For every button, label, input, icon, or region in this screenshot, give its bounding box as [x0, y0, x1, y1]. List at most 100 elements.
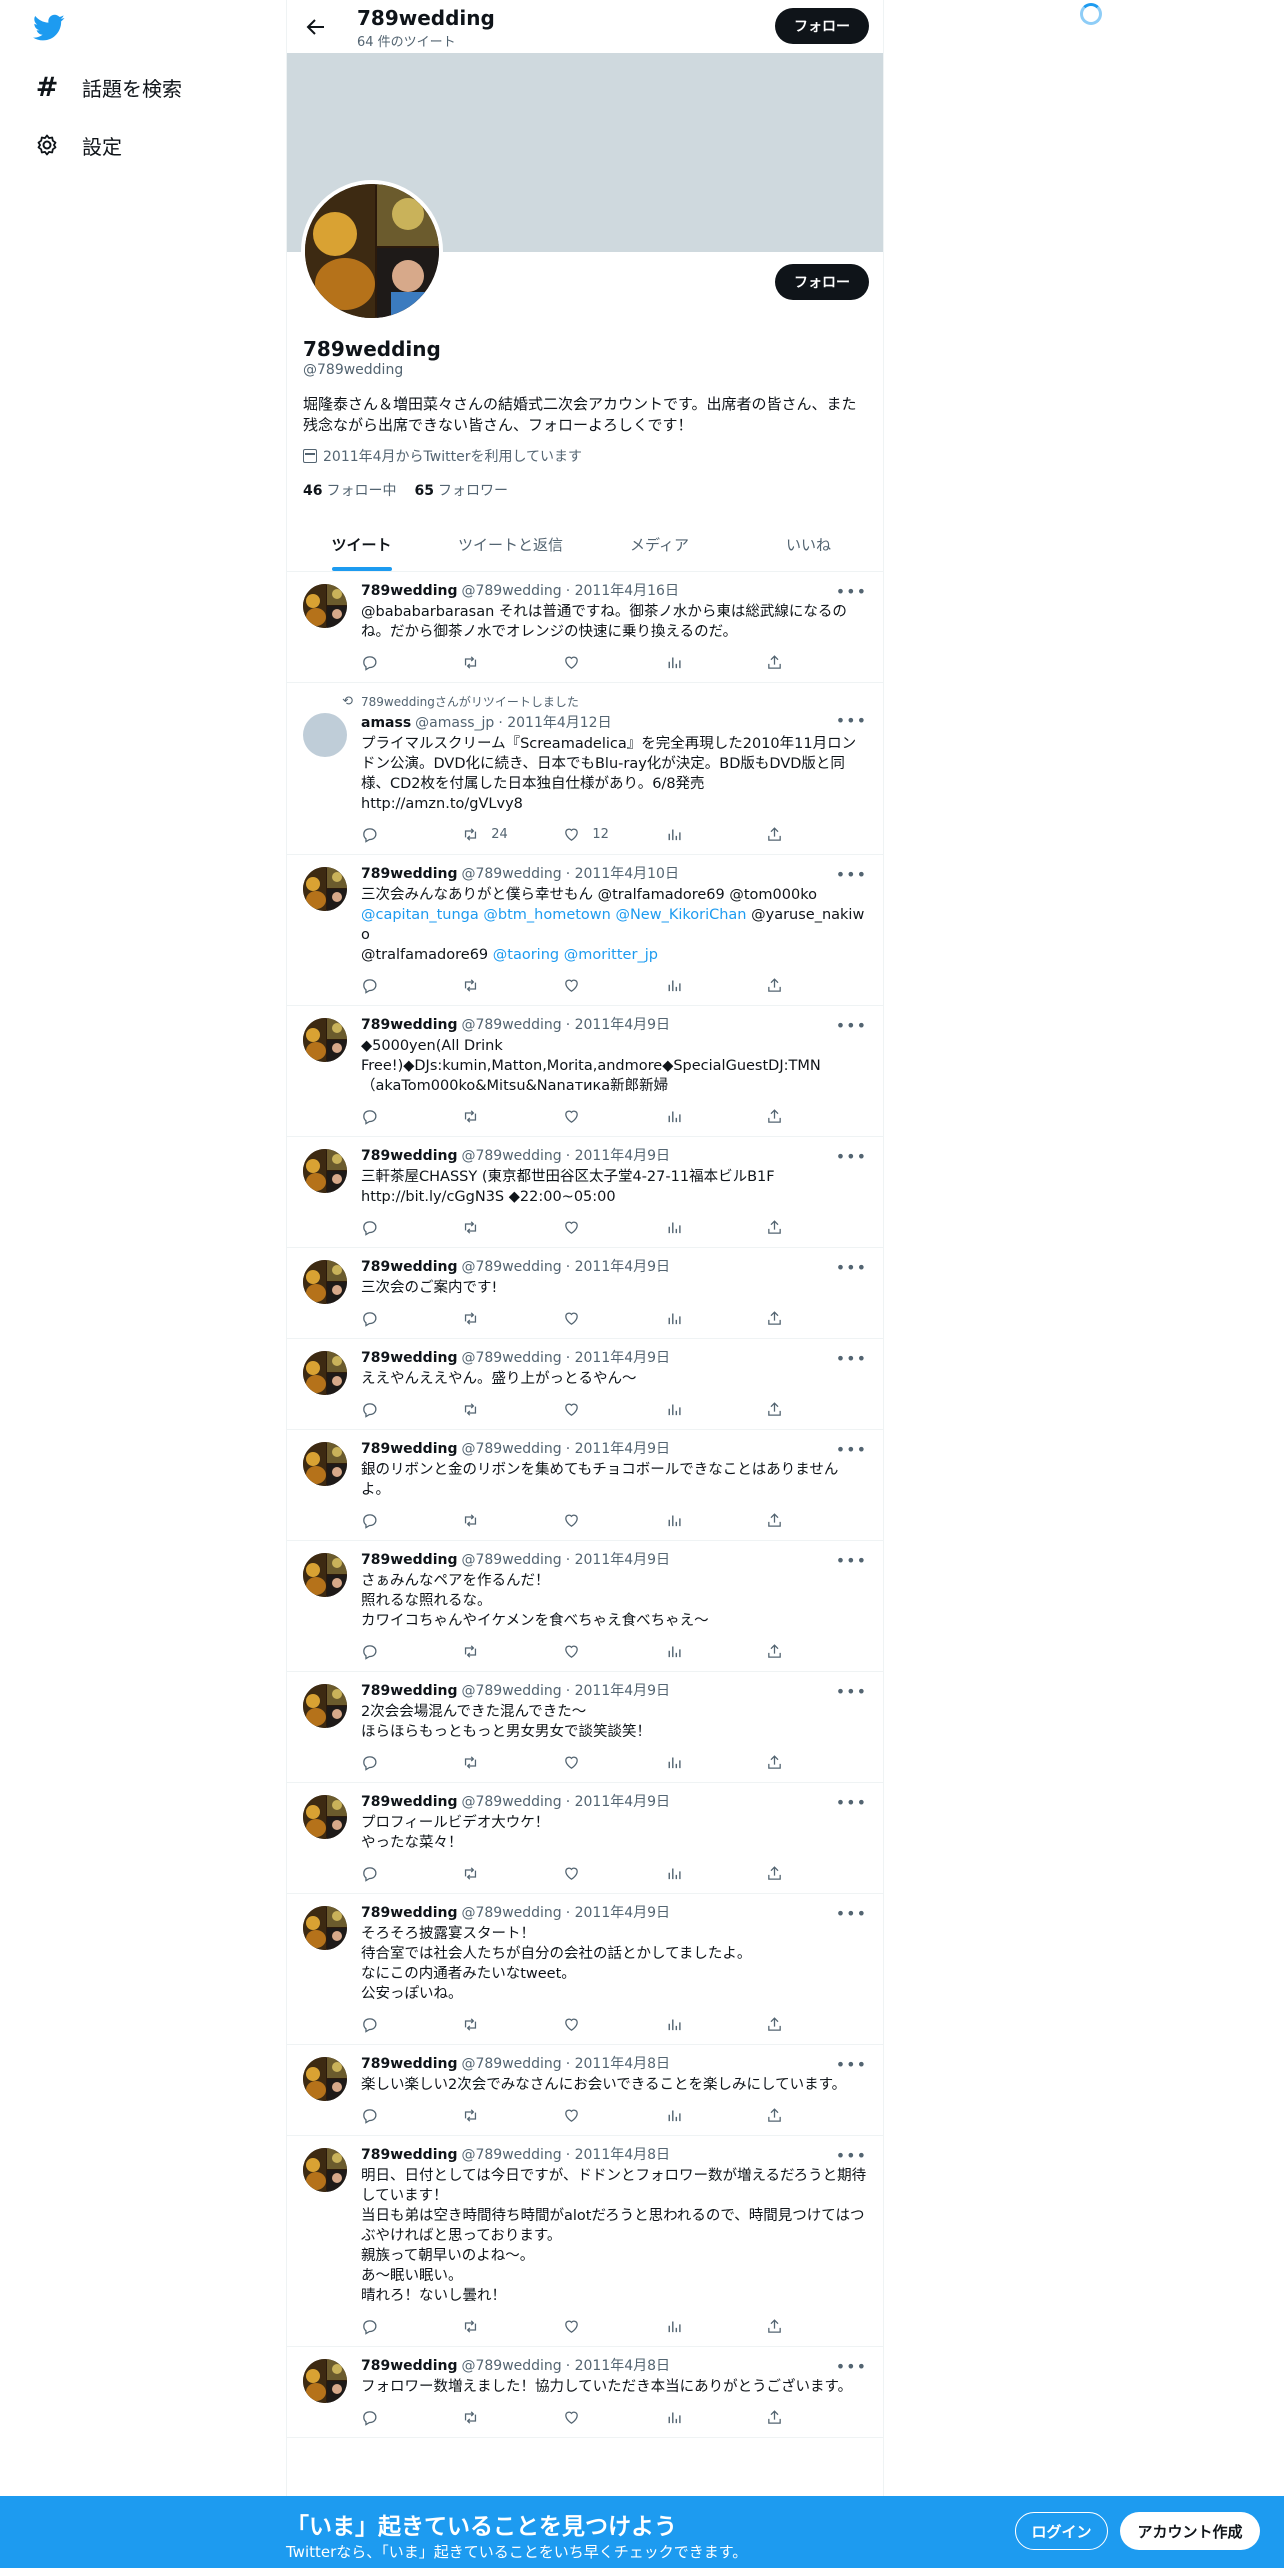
like-button[interactable] [563, 654, 664, 671]
tweet-mention[interactable]: @taoring @moritter_jp [493, 947, 658, 963]
tweet-date[interactable]: · 2011年4月9日 [566, 1551, 670, 1569]
more-options-icon[interactable]: ••• [836, 582, 867, 601]
tweet-avatar[interactable] [303, 1260, 347, 1304]
share-button[interactable] [766, 2016, 867, 2033]
more-options-icon[interactable]: ••• [836, 1440, 867, 1459]
more-options-icon[interactable]: ••• [836, 711, 867, 730]
more-options-icon[interactable]: ••• [836, 1793, 867, 1812]
reply-button[interactable] [361, 2409, 462, 2426]
tab-likes[interactable]: いいね [734, 518, 883, 571]
tweet-author-handle[interactable]: @789wedding [461, 2146, 561, 2164]
tweet-author-handle[interactable]: @789wedding [461, 1440, 561, 1458]
share-button[interactable] [766, 654, 867, 671]
tweet-avatar[interactable] [303, 1553, 347, 1597]
tweet-author-name[interactable]: 789wedding [361, 2146, 457, 2164]
tweet-author-name[interactable]: 789wedding [361, 1904, 457, 1922]
tweet-avatar[interactable] [303, 867, 347, 911]
tweet-date[interactable]: · 2011年4月9日 [566, 1147, 670, 1165]
like-button[interactable] [563, 1108, 664, 1125]
tweet-avatar[interactable] [303, 1795, 347, 1839]
header-follow-button[interactable]: フォロー [775, 8, 869, 44]
profile-avatar[interactable] [301, 180, 443, 322]
tweet[interactable]: 789wedding @789wedding · 2011年4月9日 ••• 三軒茶屋C… [287, 1137, 883, 1248]
more-options-icon[interactable]: ••• [836, 1551, 867, 1570]
tweet-author-name[interactable]: 789wedding [361, 2357, 457, 2375]
tweet-author-name[interactable]: amass [361, 714, 411, 732]
tweet-avatar[interactable] [303, 1684, 347, 1728]
retweet-button[interactable] [462, 1401, 563, 1418]
tweet-date[interactable]: · 2011年4月16日 [566, 582, 679, 600]
views-button[interactable] [665, 826, 766, 843]
views-button[interactable] [665, 2016, 766, 2033]
retweet-button[interactable] [462, 1643, 563, 1660]
twitter-bird-icon[interactable] [33, 14, 65, 42]
like-button[interactable] [563, 1754, 664, 1771]
retweet-button[interactable] [462, 1219, 563, 1236]
tweet-author-handle[interactable]: @789wedding [461, 1258, 561, 1276]
tweet-author-name[interactable]: 789wedding [361, 1682, 457, 1700]
like-button[interactable] [563, 1643, 664, 1660]
tweet-avatar[interactable] [303, 2359, 347, 2403]
share-button[interactable] [766, 1310, 867, 1327]
views-button[interactable] [665, 654, 766, 671]
views-button[interactable] [665, 1754, 766, 1771]
share-button[interactable] [766, 2107, 867, 2124]
tweet-author-name[interactable]: 789wedding [361, 1258, 457, 1276]
tweet[interactable]: 789wedding @789wedding · 2011年4月9日 ••• ◆5000… [287, 1006, 883, 1137]
tweet-author-name[interactable]: 789wedding [361, 2055, 457, 2073]
retweet-button[interactable] [462, 2409, 563, 2426]
tweet-mention[interactable]: @capitan_tunga @btm_hometown @New_Kikori… [361, 907, 747, 923]
share-button[interactable] [766, 1219, 867, 1236]
tweet-avatar[interactable] [303, 713, 347, 757]
tweet-date[interactable]: · 2011年4月8日 [566, 2055, 670, 2073]
views-button[interactable] [665, 1865, 766, 1882]
share-button[interactable] [766, 1754, 867, 1771]
tweet[interactable]: 789wedding @789wedding · 2011年4月8日 ••• フォロワー… [287, 2347, 883, 2438]
views-button[interactable] [665, 1401, 766, 1418]
like-button[interactable] [563, 2409, 664, 2426]
tweet-author-name[interactable]: 789wedding [361, 1440, 457, 1458]
like-button[interactable] [563, 2318, 664, 2335]
tweet-author-handle[interactable]: @789wedding [461, 2055, 561, 2073]
tweet[interactable]: 789wedding @789wedding · 2011年4月9日 ••• そろそろ披… [287, 1894, 883, 2045]
tweet-author-name[interactable]: 789wedding [361, 1793, 457, 1811]
tweet-avatar[interactable] [303, 1149, 347, 1193]
tweet-author-name[interactable]: 789wedding [361, 1349, 457, 1367]
tweet-date[interactable]: · 2011年4月9日 [566, 1016, 670, 1034]
tweet-date[interactable]: · 2011年4月10日 [566, 865, 679, 883]
followers-link[interactable]: 65 フォロワー [414, 480, 507, 500]
like-button[interactable] [563, 1512, 664, 1529]
tweet[interactable]: 789wedding @789wedding · 2011年4月9日 ••• さぁみんな… [287, 1541, 883, 1672]
tweet-date[interactable]: · 2011年4月12日 [498, 714, 611, 732]
tweet-author-name[interactable]: 789wedding [361, 582, 457, 600]
tweet-author-name[interactable]: 789wedding [361, 1551, 457, 1569]
like-button[interactable] [563, 1219, 664, 1236]
share-button[interactable] [766, 2318, 867, 2335]
signup-button[interactable]: アカウント作成 [1120, 2512, 1260, 2550]
tweet-date[interactable]: · 2011年4月8日 [566, 2146, 670, 2164]
tweet-avatar[interactable] [303, 2148, 347, 2192]
tab-media[interactable]: メディア [585, 518, 734, 571]
tweet[interactable]: 789wedding @789wedding · 2011年4月16日 ••• @bab… [287, 572, 883, 683]
like-button[interactable]: 12 [563, 826, 664, 843]
tweet-date[interactable]: · 2011年4月9日 [566, 1904, 670, 1922]
views-button[interactable] [665, 1310, 766, 1327]
reply-button[interactable] [361, 1865, 462, 1882]
tweet[interactable]: 789wedding @789wedding · 2011年4月9日 ••• 銀のリボン… [287, 1430, 883, 1541]
tweet-date[interactable]: · 2011年4月9日 [566, 1349, 670, 1367]
reply-button[interactable] [361, 826, 462, 843]
tab-tweets-and-replies[interactable]: ツイートと返信 [436, 518, 585, 571]
share-button[interactable] [766, 1108, 867, 1125]
more-options-icon[interactable]: ••• [836, 1016, 867, 1035]
tweet-author-handle[interactable]: @789wedding [461, 1016, 561, 1034]
more-options-icon[interactable]: ••• [836, 2055, 867, 2074]
reply-button[interactable] [361, 1643, 462, 1660]
tweet-date[interactable]: · 2011年4月8日 [566, 2357, 670, 2375]
retweet-button[interactable] [462, 2318, 563, 2335]
tweet-author-handle[interactable]: @789wedding [461, 865, 561, 883]
nav-explore[interactable]: # 話題を検索 [34, 59, 182, 115]
tweet-author-handle[interactable]: @789wedding [461, 1349, 561, 1367]
like-button[interactable] [563, 2016, 664, 2033]
tweet-avatar[interactable] [303, 1351, 347, 1395]
share-button[interactable] [766, 1401, 867, 1418]
